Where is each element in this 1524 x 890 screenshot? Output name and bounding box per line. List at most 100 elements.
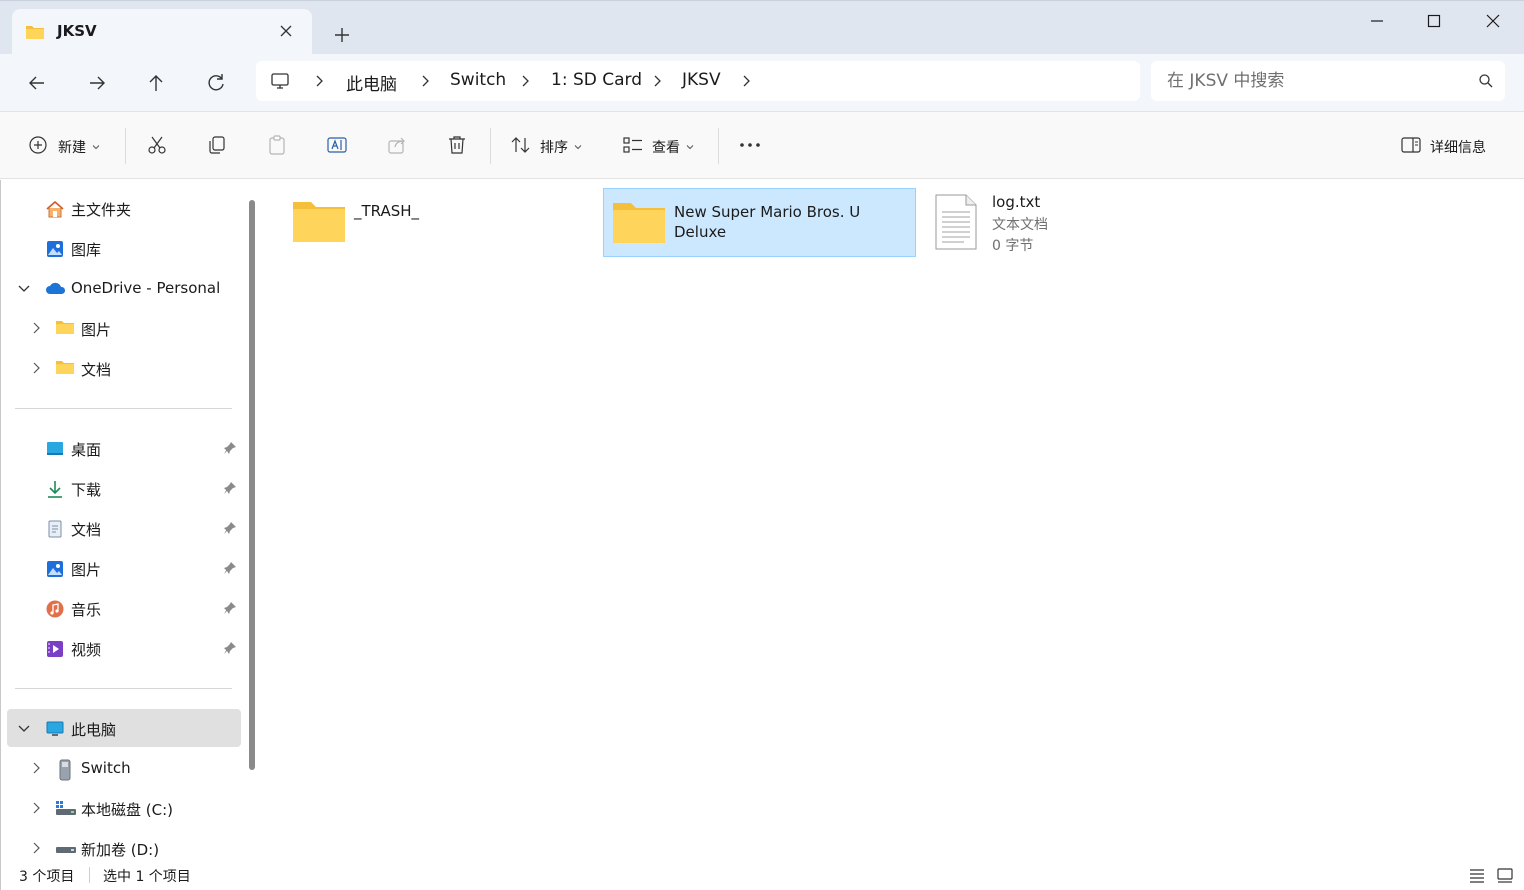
search-input[interactable] — [1167, 69, 1467, 93]
breadcrumb-switch[interactable]: Switch — [450, 70, 506, 90]
sidebar-scrollbar[interactable] — [249, 200, 255, 770]
file-size: 0 字节 — [992, 238, 1034, 254]
sidebar-item-gallery[interactable]: 图库 — [7, 229, 241, 267]
copy-button[interactable] — [206, 134, 228, 160]
sort-button[interactable]: 排序 — [510, 134, 582, 160]
file-name: New Super Mario Bros. U Deluxe — [674, 203, 861, 241]
file-list: _TRASH_ New Super Mario Bros. U Deluxe l… — [262, 180, 1524, 859]
minimize-icon[interactable] — [1362, 9, 1392, 33]
chevron-right-icon[interactable] — [650, 74, 664, 88]
delete-button[interactable] — [446, 134, 468, 160]
chevron-down-icon[interactable] — [17, 721, 31, 739]
pin-icon[interactable] — [223, 481, 237, 499]
view-button[interactable]: 查看 — [622, 134, 694, 160]
tab-jksv[interactable]: JKSV — [12, 9, 312, 55]
large-icons-view-icon[interactable] — [1495, 865, 1515, 885]
selected-count: 选中 1 个项目 — [103, 869, 191, 885]
breadcrumb-jksv[interactable]: JKSV — [682, 70, 721, 90]
document-icon — [45, 519, 65, 543]
chevron-right-icon[interactable] — [29, 761, 43, 779]
breadcrumb-sd-card[interactable]: 1: SD Card — [551, 70, 642, 90]
sidebar-item-onedrive-documents[interactable]: 文档 — [7, 349, 241, 387]
chevron-right-icon[interactable] — [29, 841, 43, 859]
file-item-log-txt[interactable]: log.txt 文本文档 0 字节 — [926, 188, 1239, 257]
chevron-right-icon[interactable] — [29, 801, 43, 819]
title-bar: JKSV — [0, 0, 1524, 55]
pin-icon[interactable] — [223, 601, 237, 619]
back-arrow-icon[interactable] — [22, 68, 52, 98]
share-button[interactable] — [386, 134, 408, 160]
plus-circle-icon — [28, 135, 48, 159]
pin-icon[interactable] — [223, 641, 237, 659]
sidebar-divider — [15, 408, 232, 409]
paste-button[interactable] — [266, 134, 288, 160]
chevron-down-icon — [574, 139, 582, 155]
sidebar-item-switch[interactable]: Switch — [7, 749, 241, 787]
pin-icon[interactable] — [223, 441, 237, 459]
rename-button[interactable] — [326, 134, 348, 160]
address-bar[interactable]: 此电脑 Switch 1: SD Card JKSV — [256, 61, 1140, 101]
sidebar-item-label: 文档 — [81, 361, 112, 379]
new-button[interactable]: 新建 — [28, 134, 100, 160]
sort-icon — [510, 134, 532, 160]
sidebar-item-label: 图片 — [81, 321, 112, 339]
chevron-right-icon[interactable] — [518, 74, 532, 88]
chevron-right-icon[interactable] — [29, 321, 43, 339]
chevron-right-icon[interactable] — [418, 74, 432, 88]
view-list-icon — [622, 134, 644, 160]
cut-button[interactable] — [146, 134, 168, 160]
sidebar-item-onedrive-pictures[interactable]: 图片 — [7, 309, 241, 347]
chevron-right-icon[interactable] — [29, 361, 43, 379]
sidebar-item-label: Switch — [81, 759, 131, 777]
pictures-icon — [45, 559, 65, 583]
breadcrumb-this-pc[interactable]: 此电脑 — [346, 70, 397, 95]
up-arrow-icon[interactable] — [141, 68, 171, 98]
search-icon[interactable] — [1478, 73, 1494, 93]
file-item-mario-folder[interactable]: New Super Mario Bros. U Deluxe — [603, 188, 916, 257]
sidebar-item-drive-c[interactable]: 本地磁盘 (C:) — [7, 789, 241, 827]
sidebar-item-downloads[interactable]: 下载 — [7, 469, 241, 507]
file-item-trash-folder[interactable]: _TRASH_ — [284, 188, 597, 257]
file-name: _TRASH_ — [354, 202, 420, 220]
drive-icon — [55, 799, 77, 823]
close-window-icon[interactable] — [1478, 9, 1508, 33]
chevron-down-icon[interactable] — [17, 281, 31, 299]
close-tab-icon[interactable] — [276, 21, 296, 41]
new-tab-plus-icon[interactable] — [330, 23, 354, 47]
pin-icon[interactable] — [223, 521, 237, 539]
command-bar: 新建 排序 查看 详细信息 — [0, 111, 1524, 179]
sidebar-item-desktop[interactable]: 桌面 — [7, 429, 241, 467]
more-options-button[interactable] — [738, 134, 762, 160]
search-box[interactable] — [1151, 61, 1505, 101]
sidebar-item-documents[interactable]: 文档 — [7, 509, 241, 547]
home-icon — [45, 199, 65, 223]
chevron-right-icon[interactable] — [312, 74, 326, 88]
sidebar-item-label: 视频 — [71, 641, 102, 659]
maximize-icon[interactable] — [1419, 9, 1449, 33]
share-icon — [386, 134, 408, 160]
forward-arrow-icon[interactable] — [82, 68, 112, 98]
sidebar-item-this-pc[interactable]: 此电脑 — [7, 709, 241, 747]
file-type: 文本文档 — [992, 217, 1048, 233]
sidebar-item-onedrive[interactable]: OneDrive - Personal — [7, 269, 241, 307]
sidebar-item-label: 本地磁盘 (C:) — [81, 801, 173, 819]
pc-icon — [45, 719, 65, 743]
details-view-icon[interactable] — [1467, 865, 1487, 885]
sidebar-item-pictures[interactable]: 图片 — [7, 549, 241, 587]
sidebar-item-label: 图片 — [71, 561, 102, 579]
sidebar-item-label: 音乐 — [71, 601, 102, 619]
text-file-icon — [934, 194, 978, 254]
pin-icon[interactable] — [223, 561, 237, 579]
cloud-icon — [45, 279, 67, 303]
sidebar-item-home[interactable]: 主文件夹 — [7, 189, 241, 227]
sidebar-item-videos[interactable]: 视频 — [7, 629, 241, 667]
folder-icon — [25, 24, 45, 44]
refresh-icon[interactable] — [201, 68, 231, 98]
chevron-right-icon[interactable] — [739, 74, 753, 88]
video-icon — [45, 639, 65, 663]
sidebar-item-music[interactable]: 音乐 — [7, 589, 241, 627]
details-pane-button[interactable]: 详细信息 — [1400, 134, 1486, 160]
music-icon — [45, 599, 65, 623]
rename-icon — [326, 134, 348, 160]
sidebar-item-label: 文档 — [71, 521, 102, 539]
